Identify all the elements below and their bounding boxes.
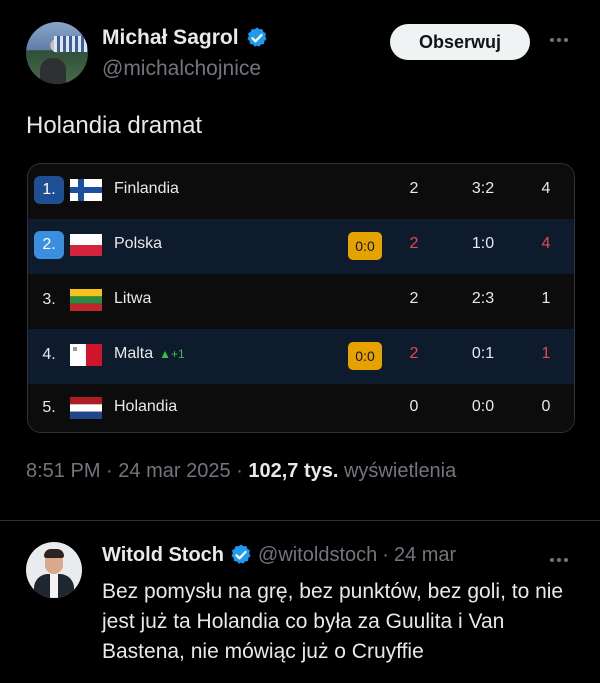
- points: 0: [541, 398, 551, 415]
- reply-display-name[interactable]: Witold Stoch: [102, 544, 224, 567]
- team-name: Litwa: [114, 290, 152, 307]
- meta-separator: ·: [236, 460, 249, 482]
- author-handle[interactable]: @michalchojnice: [102, 57, 261, 81]
- live-score-badge: 0:0: [348, 342, 382, 370]
- shirt-shape: [50, 574, 58, 598]
- points: 4: [541, 235, 551, 252]
- reply-separator: ·: [382, 543, 389, 566]
- divider: [0, 520, 600, 521]
- table-row: 5. Holandia 0 0:0 0: [28, 384, 574, 432]
- hair-shape: [44, 549, 64, 558]
- points: 1: [541, 345, 551, 362]
- position-up-indicator: ▲+1: [159, 347, 185, 361]
- team-name: Malta ▲+1: [114, 345, 185, 363]
- goal-balance: 3:2: [471, 180, 495, 197]
- meta-separator: ·: [106, 460, 119, 482]
- lithuania-flag-icon: [70, 289, 102, 311]
- tweet-time[interactable]: 8:51 PM: [26, 460, 100, 482]
- author-avatar[interactable]: [26, 22, 88, 84]
- reply-author-avatar[interactable]: [26, 542, 82, 598]
- reply-text: Bez pomysłu na grę, bez punktów, bez gol…: [102, 580, 564, 663]
- team-name: Holandia: [114, 398, 178, 415]
- poland-flag-icon: [70, 234, 102, 256]
- standings-table[interactable]: 1. Finlandia 2 3:2 4 2. Polska 0:0 2 1:0…: [27, 163, 575, 433]
- tweet-date[interactable]: 24 mar 2025: [118, 460, 230, 482]
- position-badge: 2.: [34, 231, 64, 259]
- matches-played: 2: [409, 290, 419, 307]
- matches-played: 2: [409, 180, 419, 197]
- goal-balance: 1:0: [471, 235, 495, 252]
- more-options-icon[interactable]: [546, 28, 572, 52]
- points: 1: [541, 290, 551, 307]
- verified-badge-icon: [247, 27, 267, 47]
- team-name: Polska: [114, 235, 163, 252]
- position-badge: 5.: [42, 399, 56, 416]
- position-badge: 3.: [42, 291, 56, 308]
- netherlands-flag-icon: [70, 397, 102, 419]
- table-row: 4. Malta ▲+1 0:0 2 0:1 1: [28, 329, 574, 384]
- stadium-stand: [54, 36, 88, 52]
- goal-balance: 0:1: [471, 345, 495, 362]
- goal-balance: 2:3: [471, 290, 495, 307]
- matches-played: 2: [409, 235, 419, 252]
- table-row: 3. Litwa 2 2:3 1: [28, 274, 574, 329]
- malta-flag-icon: [70, 344, 102, 366]
- views-label: wyświetlenia: [343, 460, 457, 482]
- reply-header: Witold Stoch @witoldstoch · 24 mar: [102, 543, 456, 567]
- live-score-badge: 0:0: [348, 232, 382, 260]
- reply-more-options-icon[interactable]: [546, 548, 572, 572]
- matches-played: 2: [409, 345, 419, 362]
- author-name-row: Michał Sagrol: [102, 26, 269, 50]
- team-label: Malta: [114, 345, 154, 362]
- matches-played: 0: [409, 398, 419, 415]
- person-silhouette: [40, 58, 66, 84]
- follow-button[interactable]: Obserwuj: [390, 24, 530, 60]
- tweet-metadata: 8:51 PM · 24 mar 2025 · 102,7 tys. wyświ…: [26, 460, 456, 483]
- team-name: Finlandia: [114, 180, 179, 197]
- views-count[interactable]: 102,7 tys.: [248, 460, 338, 482]
- goal-balance: 0:0: [471, 398, 495, 415]
- finland-flag-icon: [70, 179, 102, 201]
- reply-handle[interactable]: @witoldstoch: [258, 544, 377, 567]
- table-row: 1. Finlandia 2 3:2 4: [28, 164, 574, 219]
- tweet-text: Holandia dramat: [26, 112, 203, 139]
- position-badge: 1.: [34, 176, 64, 204]
- position-badge: 4.: [42, 346, 56, 363]
- author-display-name[interactable]: Michał Sagrol: [102, 26, 239, 50]
- verified-badge-icon: [231, 544, 251, 564]
- reply-date[interactable]: 24 mar: [394, 544, 456, 567]
- points: 4: [541, 180, 551, 197]
- table-row: 2. Polska 0:0 2 1:0 4: [28, 219, 574, 274]
